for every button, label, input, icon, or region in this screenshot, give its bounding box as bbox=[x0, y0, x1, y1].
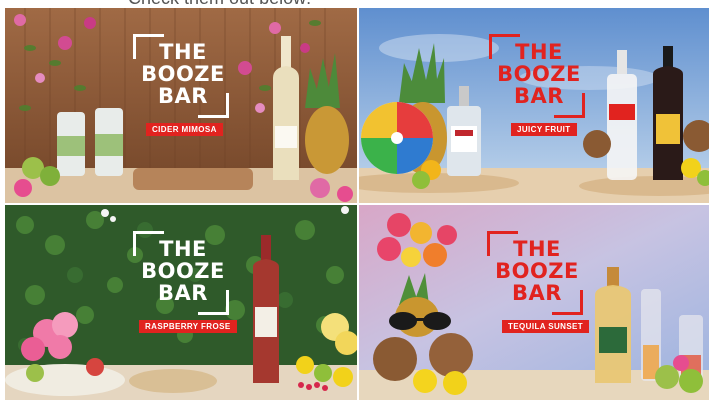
drink-badge: RASPBERRY FROSE bbox=[139, 320, 237, 333]
logo-line-1: THE bbox=[159, 237, 207, 261]
beach-ball-icon bbox=[361, 102, 433, 174]
drink-badge: CIDER MIMOSA bbox=[146, 123, 223, 136]
image-grid: THE BOOZE BAR CIDER MIMOSA THE BOOZE BAR… bbox=[5, 8, 709, 400]
logo-line-3: BAR bbox=[158, 84, 208, 108]
logo-line-2: BOOZE bbox=[495, 259, 579, 283]
logo-line-3: BAR bbox=[512, 281, 562, 305]
logo-line-1: THE bbox=[159, 40, 207, 64]
booze-bar-logo: THE BOOZE BAR bbox=[133, 231, 229, 315]
tile-juicy-fruit[interactable]: THE BOOZE BAR JUICY FRUIT bbox=[359, 8, 709, 203]
booze-bar-logo: THE BOOZE BAR bbox=[489, 34, 585, 118]
tile-cider-mimosa[interactable]: THE BOOZE BAR CIDER MIMOSA bbox=[5, 8, 357, 203]
tile-tequila-sunset[interactable]: THE BOOZE BAR TEQUILA SUNSET bbox=[359, 205, 709, 400]
logo-line-3: BAR bbox=[514, 84, 564, 108]
booze-bar-logo: THE BOOZE BAR bbox=[487, 231, 583, 315]
logo-line-3: BAR bbox=[158, 281, 208, 305]
drink-badge: JUICY FRUIT bbox=[511, 123, 577, 136]
logo-line-1: THE bbox=[515, 40, 563, 64]
caption-text: Check them out below: bbox=[128, 0, 311, 8]
logo-line-2: BOOZE bbox=[141, 259, 225, 283]
logo-line-2: BOOZE bbox=[141, 62, 225, 86]
logo-line-2: BOOZE bbox=[497, 62, 581, 86]
tile-raspberry-frose[interactable]: THE BOOZE BAR RASPBERRY FROSE bbox=[5, 205, 357, 400]
booze-bar-logo: THE BOOZE BAR bbox=[133, 34, 229, 118]
drink-badge: TEQUILA SUNSET bbox=[502, 320, 590, 333]
logo-line-1: THE bbox=[513, 237, 561, 261]
caption-strip: Check them out below: bbox=[0, 0, 709, 8]
